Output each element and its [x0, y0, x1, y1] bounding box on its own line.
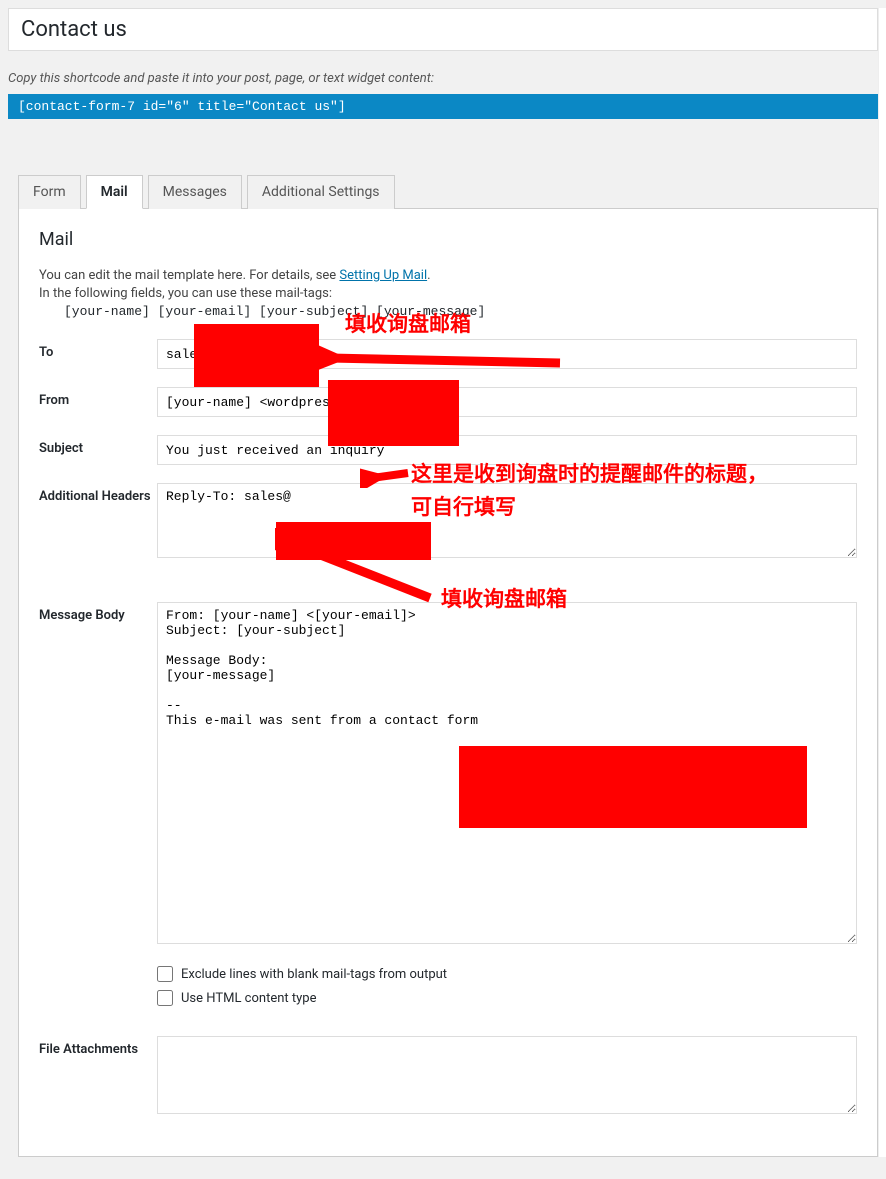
use-html-label[interactable]: Use HTML content type [181, 991, 316, 1006]
file-attachments-label: File Attachments [39, 1036, 157, 1057]
use-html-checkbox[interactable] [157, 990, 173, 1006]
annotation-text-subject-line1: 这里是收到询盘时的提醒邮件的标题， [411, 458, 768, 488]
annotation-text-to: 填收询盘邮箱 [345, 308, 471, 338]
right-edge-strip [878, 8, 886, 1157]
shortcode-code[interactable]: [contact-form-7 id="6" title="Contact us… [8, 94, 878, 119]
use-html-row: Use HTML content type [157, 990, 857, 1006]
message-body-label: Message Body [39, 602, 157, 623]
exclude-blank-row: Exclude lines with blank mail-tags from … [157, 966, 857, 982]
from-label: From [39, 387, 157, 408]
from-input[interactable] [157, 387, 857, 417]
tab-messages[interactable]: Messages [148, 175, 242, 209]
panel-desc1: You can edit the mail template here. For… [39, 268, 857, 283]
mail-panel: Mail You can edit the mail template here… [18, 209, 878, 1157]
title-container: Contact us [8, 8, 878, 51]
file-attachments-textarea[interactable] [157, 1036, 857, 1114]
annotation-redaction-box [328, 380, 459, 446]
file-attachments-row: File Attachments [39, 1036, 857, 1118]
to-label: To [39, 339, 157, 360]
tab-form[interactable]: Form [18, 175, 81, 209]
annotation-text-subject-line2: 可自行填写 [411, 491, 516, 521]
panel-heading: Mail [39, 229, 857, 250]
exclude-blank-checkbox[interactable] [157, 966, 173, 982]
exclude-blank-label[interactable]: Exclude lines with blank mail-tags from … [181, 967, 447, 982]
subject-label: Subject [39, 435, 157, 456]
shortcode-description: Copy this shortcode and paste it into yo… [8, 71, 878, 86]
annotation-text-headers: 填收询盘邮箱 [441, 583, 567, 613]
tab-additional-settings[interactable]: Additional Settings [247, 175, 395, 209]
annotation-redaction-box [459, 746, 807, 828]
tab-mail[interactable]: Mail [86, 175, 143, 209]
to-row: To [39, 339, 857, 369]
annotation-redaction-box [276, 522, 431, 560]
additional-headers-label: Additional Headers [39, 483, 157, 504]
tabs-container: Form Mail Messages Additional Settings [18, 174, 878, 209]
annotation-redaction-box [194, 324, 319, 387]
page-title: Contact us [21, 17, 865, 42]
panel-desc2: In the following fields, you can use the… [39, 286, 857, 301]
setting-up-mail-link[interactable]: Setting Up Mail [339, 268, 427, 283]
